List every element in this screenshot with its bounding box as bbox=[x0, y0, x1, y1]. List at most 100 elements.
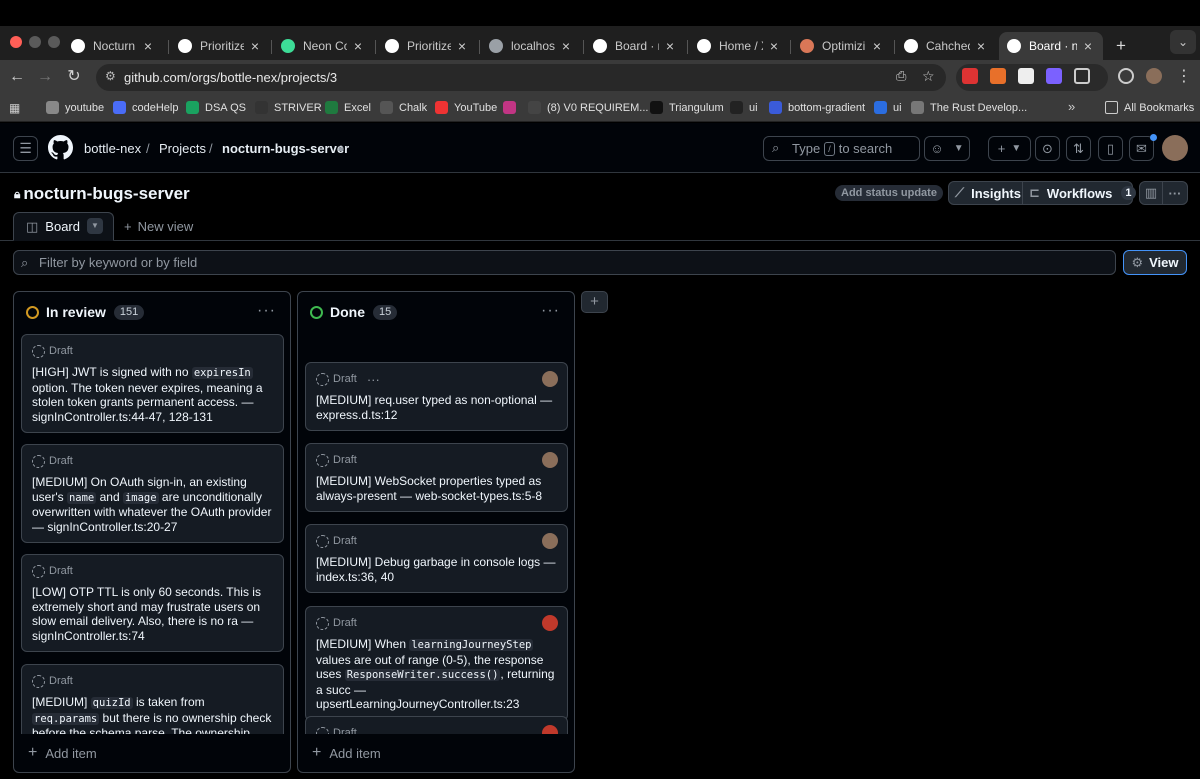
close-tab-icon[interactable]: × bbox=[351, 38, 365, 54]
browser-menu-icon[interactable]: ⋮ bbox=[1176, 66, 1192, 86]
close-tab-icon[interactable]: × bbox=[663, 38, 677, 54]
draft-card[interactable]: Draft [MEDIUM] WebSocket properties typed… bbox=[305, 443, 568, 512]
column-menu-button[interactable]: ··· bbox=[257, 302, 276, 320]
browser-tab[interactable]: Home / X× bbox=[689, 32, 789, 60]
browser-tab[interactable]: Neon Con× bbox=[273, 32, 373, 60]
bookmark-item[interactable]: STRIVER bbox=[255, 101, 322, 114]
minimize-window-button[interactable] bbox=[29, 36, 41, 48]
card-title[interactable]: [MEDIUM] On OAuth sign-in, an existing u… bbox=[32, 475, 273, 534]
add-item-button[interactable]: + Add item bbox=[28, 744, 97, 762]
card-title[interactable]: [MEDIUM] req.user typed as non-optional … bbox=[316, 393, 557, 422]
bookmark-item[interactable]: YouTube bbox=[435, 101, 497, 114]
close-tab-icon[interactable]: × bbox=[559, 38, 573, 54]
browser-tab[interactable]: Board · no× bbox=[999, 32, 1103, 60]
column-menu-button[interactable]: ··· bbox=[541, 302, 560, 320]
draft-card[interactable]: Draft [MEDIUM] Debug garbage in console l… bbox=[305, 524, 568, 593]
bookmark-item[interactable]: youtube bbox=[46, 101, 104, 114]
assignee-avatar[interactable] bbox=[542, 615, 558, 631]
zoom-window-button[interactable] bbox=[48, 36, 60, 48]
install-app-icon[interactable]: ⎙ bbox=[896, 68, 906, 84]
pull-requests-button[interactable]: ⇅ bbox=[1066, 136, 1091, 161]
performance-icon[interactable] bbox=[1118, 68, 1134, 84]
tab-board[interactable]: ◫ Board ▼ bbox=[13, 212, 114, 241]
search-input[interactable]: ⌕ Type / to search bbox=[763, 136, 920, 161]
close-tab-icon[interactable]: × bbox=[1081, 38, 1095, 54]
draft-card[interactable]: Draft bbox=[305, 716, 568, 734]
extension-icon[interactable] bbox=[1018, 68, 1034, 84]
bookmark-item[interactable]: The Rust Develop... bbox=[911, 101, 1027, 114]
bookmark-item[interactable]: Excel bbox=[325, 101, 371, 114]
view-settings-button[interactable]: ⚙ View bbox=[1123, 250, 1187, 275]
card-title[interactable]: [MEDIUM] quizId is taken from req.params… bbox=[32, 695, 273, 734]
browser-tab[interactable]: Optimizing× bbox=[792, 32, 892, 60]
more-options-button[interactable]: ··· bbox=[1162, 181, 1188, 205]
close-tab-icon[interactable]: × bbox=[141, 38, 155, 54]
extension-icon[interactable] bbox=[1046, 68, 1062, 84]
add-column-button[interactable]: + bbox=[581, 291, 608, 313]
workflows-button[interactable]: ⊏ Workflows 1 bbox=[1022, 181, 1136, 205]
filter-input[interactable]: ⌕ Filter by keyword or by field bbox=[13, 250, 1116, 275]
bookmark-item[interactable]: codeHelp bbox=[113, 101, 178, 114]
draft-card[interactable]: Draft [LOW] OTP TTL is only 60 seconds. T… bbox=[21, 554, 284, 652]
insights-button[interactable]: ⟋ Insights bbox=[948, 181, 1023, 205]
menu-button[interactable]: ☰ bbox=[13, 136, 38, 161]
browser-tab[interactable]: Cahched li× bbox=[896, 32, 996, 60]
bookmark-item[interactable] bbox=[503, 101, 522, 114]
apps-grid-icon[interactable]: ▦ bbox=[9, 101, 20, 115]
bookmark-star-icon[interactable]: ☆ bbox=[922, 68, 935, 85]
card-title[interactable]: [MEDIUM] Debug garbage in console logs —… bbox=[316, 555, 557, 584]
browser-tab[interactable]: localhost:5× bbox=[481, 32, 581, 60]
close-tab-icon[interactable]: × bbox=[870, 38, 884, 54]
close-tab-icon[interactable]: × bbox=[455, 38, 469, 54]
card-title[interactable]: [MEDIUM] WebSocket properties typed as a… bbox=[316, 474, 557, 503]
extension-icon[interactable] bbox=[990, 68, 1006, 84]
draft-card[interactable]: Draft [MEDIUM] quizId is taken from req.p… bbox=[21, 664, 284, 734]
tab-search-button[interactable]: ⌄ bbox=[1170, 30, 1196, 54]
new-tab-button[interactable]: + bbox=[1108, 32, 1132, 60]
repositories-button[interactable]: ▯ bbox=[1098, 136, 1123, 161]
bookmark-item[interactable]: Chalk bbox=[380, 101, 427, 114]
assignee-avatar[interactable] bbox=[542, 371, 558, 387]
assignee-avatar[interactable] bbox=[542, 725, 558, 734]
add-item-button[interactable]: + Add item bbox=[312, 744, 381, 762]
breadcrumb-project[interactable]: nocturn-bugs-server bbox=[222, 141, 349, 156]
draft-card[interactable]: Draft [HIGH] JWT is signed with no expire… bbox=[21, 334, 284, 433]
issues-button[interactable]: ⊙ bbox=[1035, 136, 1060, 161]
forward-button[interactable]: → bbox=[34, 66, 56, 88]
draft-card[interactable]: Draft [MEDIUM] When learningJourneyStep v… bbox=[305, 606, 568, 721]
site-settings-icon[interactable]: ⚙ bbox=[105, 69, 116, 83]
extension-icon[interactable] bbox=[962, 68, 978, 84]
add-status-update-button[interactable]: Add status update bbox=[835, 185, 943, 201]
draft-card[interactable]: Draft ··· [MEDIUM] req.user typed as non-o… bbox=[305, 362, 568, 431]
close-tab-icon[interactable]: × bbox=[248, 38, 262, 54]
card-title[interactable]: [LOW] OTP TTL is only 60 seconds. This i… bbox=[32, 585, 273, 643]
draft-card[interactable]: Draft [MEDIUM] On OAuth sign-in, an exist… bbox=[21, 444, 284, 543]
close-window-button[interactable] bbox=[10, 36, 22, 48]
card-title[interactable]: [MEDIUM] When learningJourneyStep values… bbox=[316, 637, 557, 712]
bookmark-item[interactable]: bottom-gradient bbox=[769, 101, 865, 114]
bookmark-item[interactable]: (8) V0 REQUIREM... bbox=[528, 101, 648, 114]
breadcrumb-projects[interactable]: Projects bbox=[159, 141, 206, 156]
view-options-dropdown[interactable]: ▼ bbox=[87, 218, 103, 234]
assignee-avatar[interactable] bbox=[542, 452, 558, 468]
github-logo-icon[interactable] bbox=[48, 135, 73, 160]
copilot-button[interactable]: ☺ ▼ bbox=[924, 136, 970, 161]
breadcrumb-org[interactable]: bottle-nex bbox=[84, 141, 141, 156]
browser-tab[interactable]: Nocturn × bbox=[63, 32, 163, 60]
card-menu-button[interactable]: ··· bbox=[367, 372, 380, 387]
new-view-button[interactable]: + New view bbox=[124, 219, 193, 234]
user-avatar[interactable] bbox=[1162, 135, 1188, 161]
card-title[interactable]: [HIGH] JWT is signed with no expiresIn o… bbox=[32, 365, 273, 424]
reload-button[interactable]: ↻ bbox=[63, 66, 85, 88]
close-tab-icon[interactable]: × bbox=[767, 38, 781, 54]
more-bookmarks-icon[interactable]: » bbox=[1068, 99, 1075, 114]
bookmark-item[interactable]: ui bbox=[874, 101, 902, 114]
back-button[interactable]: ← bbox=[6, 66, 28, 88]
bookmark-item[interactable]: DSA QS bbox=[186, 101, 246, 114]
address-bar[interactable]: ⚙ github.com/orgs/bottle-nex/projects/3 … bbox=[96, 64, 946, 91]
side-panel-button[interactable]: ▥ bbox=[1139, 181, 1163, 205]
browser-tab[interactable]: Prioritized× bbox=[377, 32, 477, 60]
assignee-avatar[interactable] bbox=[542, 533, 558, 549]
bookmark-item[interactable]: ui bbox=[730, 101, 758, 114]
create-new-button[interactable]: + ▼ bbox=[988, 136, 1031, 161]
